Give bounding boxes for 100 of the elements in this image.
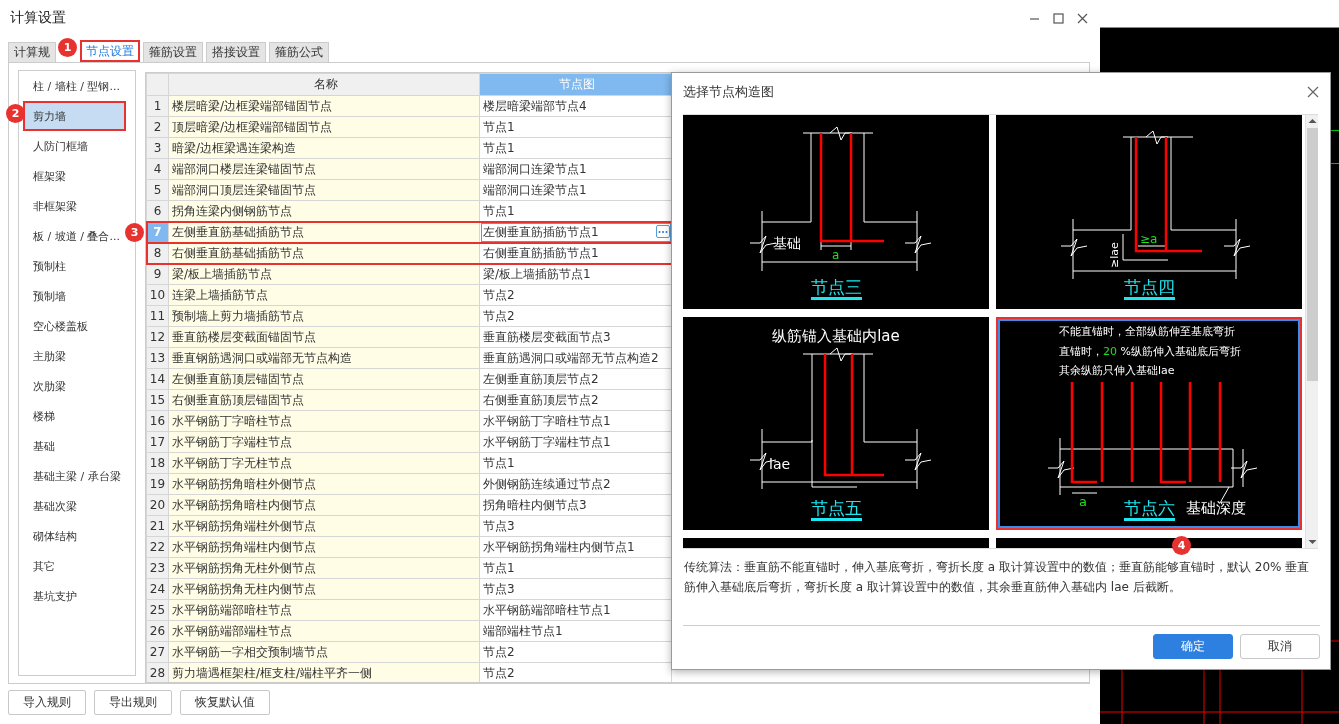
row-number: 6 <box>146 200 169 222</box>
table-cell: 梁/板上墙插筋节点 <box>168 263 480 285</box>
table-cell: 水平钢筋拐角端柱外侧节点 <box>168 515 480 537</box>
diagram-label: 基础深度 <box>1186 499 1246 517</box>
tab[interactable]: 节点设置 <box>80 40 140 62</box>
sidebar-item[interactable]: 框架梁 <box>23 161 126 191</box>
row-number: 3 <box>146 137 169 159</box>
sidebar-item[interactable]: 人防门框墙 <box>23 131 126 161</box>
footer-button[interactable]: 恢复默认值 <box>180 690 270 715</box>
sidebar-item[interactable]: 基础 <box>23 431 126 461</box>
diagram-label: ≥a <box>1140 232 1158 246</box>
table-cell: 水平钢筋一字相交预制墙节点 <box>168 641 480 663</box>
diagram-label: a <box>1079 494 1087 509</box>
diagram-label: ≥lae <box>1108 242 1121 268</box>
row-number: 23 <box>146 557 169 579</box>
table-cell: 水平钢筋丁字暗柱节点 <box>168 410 480 432</box>
table-cell: 暗梁/边框梁遇连梁构造 <box>168 137 480 159</box>
node-card[interactable]: ≥a ≥lae 节点四 <box>996 115 1302 309</box>
window-title: 计算设置 <box>10 9 66 27</box>
row-number: 21 <box>146 515 169 537</box>
note-text: 直锚时，20 %纵筋伸入基础底后弯折 <box>1059 344 1241 358</box>
table-cell: 水平钢筋丁字无柱节点 <box>168 452 480 474</box>
table-cell: 水平钢筋拐角暗柱内侧节点 <box>168 494 480 516</box>
tab[interactable]: 搭接设置 <box>206 42 266 62</box>
tab[interactable]: 计算规 <box>8 42 56 62</box>
table-cell: 拐角连梁内侧钢筋节点 <box>168 200 480 222</box>
node-link[interactable]: 节点三 <box>810 277 862 300</box>
row-number: 14 <box>146 368 169 390</box>
table-cell: 顶层暗梁/边框梁端部锚固节点 <box>168 116 480 138</box>
sidebar-item[interactable]: 预制柱 <box>23 251 126 281</box>
table-cell: 端部洞口楼层连梁锚固节点 <box>168 158 480 180</box>
sidebar-item[interactable]: 楼梯 <box>23 401 126 431</box>
row-number: 2 <box>146 116 169 138</box>
row-number: 18 <box>146 452 169 474</box>
sidebar-item[interactable]: 非框架梁 <box>23 191 126 221</box>
node-card[interactable]: 不能直锚时，全部纵筋伸至基底弯折 直锚时，20 %纵筋伸入基础底后弯折 其余纵筋只伸入基础lae a 节点六 基础深度 <box>996 317 1302 530</box>
description-text: 传统算法：垂直筋不能直锚时，伸入基底弯折，弯折长度 a 取计算设置中的数值；垂直筋能够直锚时，默认 20% 垂直筋伸入基础底后弯折，弯折长度 a 取计算设置中的数值，其余垂直筋伸入基础内 lae 后截断。 <box>684 559 1311 596</box>
note-text: 其余纵筋只伸入基础lae <box>1059 364 1175 377</box>
cancel-button[interactable]: 取消 <box>1240 634 1320 659</box>
dialog-title: 选择节点构造图 <box>683 83 774 101</box>
row-number: 13 <box>146 347 169 369</box>
row-number: 19 <box>146 473 169 495</box>
node-link[interactable]: 节点五 <box>810 498 862 521</box>
sidebar-item[interactable]: 板 / 坡道 / 叠合... <box>23 221 126 251</box>
row-number: 20 <box>146 494 169 516</box>
table-cell: 左侧垂直筋基础插筋节点 <box>168 221 480 243</box>
sidebar-item[interactable]: 柱 / 墙柱 / 型钢... <box>23 71 126 101</box>
row-number: 7 <box>146 221 169 243</box>
node-card[interactable]: 纵筋锚入基础内lae lae 节点五 <box>683 317 989 530</box>
sidebar-item[interactable]: 其它 <box>23 551 126 581</box>
row-number: 4 <box>146 158 169 180</box>
row-number: 22 <box>146 536 169 558</box>
row-number: 17 <box>146 431 169 453</box>
diagram-label: a <box>832 248 840 262</box>
node-link[interactable]: 节点六 <box>1123 498 1175 521</box>
table-cell: 垂直钢筋遇洞口或端部无节点构造 <box>168 347 480 369</box>
sidebar-item[interactable]: 次肋梁 <box>23 371 126 401</box>
footer-button[interactable]: 导出规则 <box>94 690 172 715</box>
table-cell: 预制墙上剪力墙插筋节点 <box>168 305 480 327</box>
table-cell: 水平钢筋端部端柱节点 <box>168 620 480 642</box>
table-cell: 水平钢筋拐角无柱外侧节点 <box>168 557 480 579</box>
ellipsis-button[interactable] <box>656 225 670 238</box>
row-number: 16 <box>146 410 169 432</box>
row-number: 5 <box>146 179 169 201</box>
row-number: 8 <box>146 242 169 264</box>
scrollbar-thumb[interactable] <box>1306 128 1318 381</box>
table-cell: 水平钢筋丁字端柱节点 <box>168 431 480 453</box>
row-number: 12 <box>146 326 169 348</box>
column-header[interactable]: 名称 <box>168 73 480 96</box>
table-cell: 端部洞口顶层连梁锚固节点 <box>168 179 480 201</box>
node-link[interactable]: 节点四 <box>1123 277 1175 300</box>
table-cell: 楼层暗梁/边框梁端部锚固节点 <box>168 95 480 117</box>
ellipsis-icon <box>658 229 668 234</box>
sidebar-item[interactable]: 基坑支护 <box>23 581 126 611</box>
diagram-caption: 纵筋锚入基础内lae <box>772 327 900 345</box>
sidebar-item[interactable]: 基础次梁 <box>23 491 126 521</box>
tab[interactable]: 箍筋设置 <box>143 42 203 62</box>
sidebar-item[interactable]: 预制墙 <box>23 281 126 311</box>
row-number: 10 <box>146 284 169 306</box>
sidebar-item[interactable]: 基础主梁 / 承台梁 <box>23 461 126 491</box>
table-cell: 左侧垂直筋顶层锚固节点 <box>168 368 480 390</box>
tab[interactable]: 箍筋公式 <box>269 42 329 62</box>
maximize-icon[interactable] <box>1053 12 1064 24</box>
sidebar-item[interactable]: 剪力墙 <box>23 101 126 131</box>
close-icon[interactable] <box>1307 86 1319 98</box>
table-cell: 连梁上墙插筋节点 <box>168 284 480 306</box>
confirm-button[interactable]: 确定 <box>1153 634 1233 659</box>
table-cell: 水平钢筋拐角端柱内侧节点 <box>168 536 480 558</box>
sidebar-item[interactable]: 砌体结构 <box>23 521 126 551</box>
row-number: 11 <box>146 305 169 327</box>
sidebar-item[interactable]: 主肋梁 <box>23 341 126 371</box>
table-cell: 垂直筋楼层变截面锚固节点 <box>168 326 480 348</box>
close-icon[interactable] <box>1077 12 1088 24</box>
row-number: 9 <box>146 263 169 285</box>
row-number: 24 <box>146 578 169 600</box>
sidebar-item[interactable]: 空心楼盖板 <box>23 311 126 341</box>
scrollbar[interactable] <box>1305 115 1318 548</box>
node-card[interactable]: 基础 a 节点三 <box>683 115 989 309</box>
note-text: 不能直锚时，全部纵筋伸至基底弯折 <box>1059 325 1235 338</box>
footer-button[interactable]: 导入规则 <box>8 690 86 715</box>
